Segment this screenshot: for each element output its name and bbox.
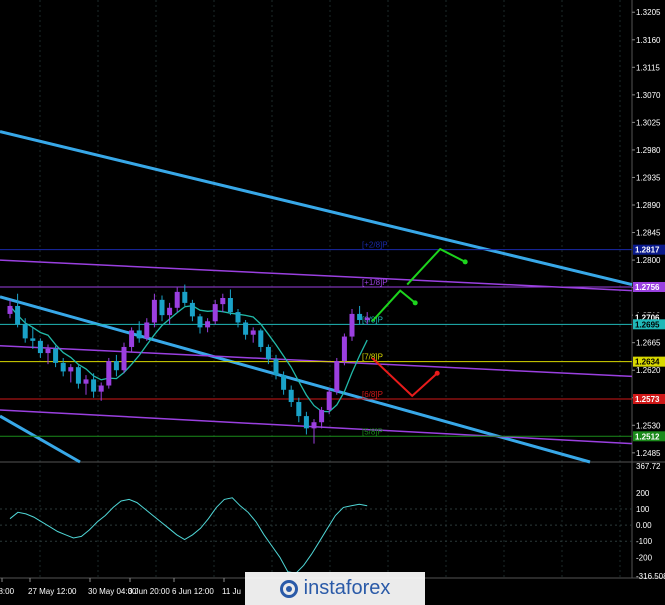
time-tick-label: 6 Jun 12:00 [172,587,214,596]
osc-tick-label: 100 [636,505,650,514]
candle-body [98,385,104,392]
candle-body [30,338,36,341]
candle-body [227,298,233,313]
candle-body [121,346,127,371]
candle-body [319,409,325,423]
candle-body [189,302,195,317]
price-tick-label: 1.2800 [636,256,661,265]
price-tick-label: 1.2620 [636,366,661,375]
osc-tick-label: -316.508 [636,572,665,581]
price-tick-label: 1.2890 [636,201,661,210]
price-tick-label: 1.3025 [636,118,661,127]
candle-body [265,346,271,360]
candle-body [197,316,203,328]
candle-body [311,422,317,429]
candle-body [174,291,180,308]
price-tick-label: 1.2665 [636,339,661,348]
candle-body [136,330,142,339]
candle-body [144,322,150,339]
price-tick-label: 1.2530 [636,421,661,430]
candle-body [113,361,119,371]
osc-tick-label: -200 [636,553,653,562]
candle-body [167,307,173,316]
candle-body [326,391,332,410]
price-tick-label: 1.2980 [636,146,661,155]
price-tick-label: 1.2485 [636,449,661,458]
candle-body [60,362,66,372]
price-tag-label: 1.2512 [635,432,660,441]
candle-body [220,298,226,305]
price-tag-label: 1.2695 [635,320,660,329]
candle-body [258,330,264,347]
price-tick-label: 1.2845 [636,229,661,238]
murrey-level-label: [7/8]P [362,353,383,362]
candle-body [364,317,370,321]
candle-body [129,330,135,347]
murrey-level-label: [5/8]P [362,427,383,436]
price-tick-label: 1.2935 [636,173,661,182]
time-tick-label: 28:00 [0,587,15,596]
candle-body [334,361,340,392]
arrowhead [434,370,440,376]
candle-body [273,359,279,376]
price-tick-label: 1.3070 [636,91,661,100]
instaforex-logo-icon [279,579,298,598]
price-chart[interactable]: [+2/8]P[+1/8]P[8/8]P[7/8]P[6/8]P[5/8]P 1… [0,0,665,605]
candle-body [243,322,249,335]
candle-body [68,367,74,372]
candle-body [341,336,347,362]
candle-body [205,321,211,328]
candle-body [357,313,363,321]
chart-background [0,0,665,605]
murrey-level-label: [6/8]P [362,390,383,399]
osc-tick-label: -100 [636,537,653,546]
price-tag-label: 1.2634 [635,358,660,367]
osc-tick-label: 200 [636,489,650,498]
candle-body [303,416,309,429]
candle-body [182,291,188,303]
candle-body [235,312,241,323]
candle-body [349,313,355,337]
candle-body [151,299,157,323]
candle-body [37,340,43,354]
candle-body [53,348,59,363]
instaforex-watermark: instaforex [245,572,425,605]
time-tick-label: 27 May 12:00 [28,587,77,596]
time-tick-label: 11 Ju [222,587,241,596]
price-tag-label: 1.2756 [635,283,660,292]
candle-body [91,379,97,392]
murrey-level-label: [+2/8]P [362,241,388,250]
price-tag-label: 1.2817 [635,246,660,255]
candle-body [45,348,51,354]
brand-name: instaforex [303,577,391,599]
candle-body [250,330,256,335]
arrowhead [412,300,418,306]
candle-body [83,379,89,384]
arrowhead [462,259,468,265]
candle-body [75,367,81,384]
time-tick-label: 3 Jun 20:00 [128,587,170,596]
price-tick-label: 1.3160 [636,36,661,45]
murrey-level-label: [+1/8]P [362,278,388,287]
candle-body [7,305,13,314]
candle-body [22,324,28,339]
candle-body [15,305,21,325]
osc-tick-label: 367.72 [636,462,661,471]
candle-body [212,304,218,322]
candle-body [106,361,112,386]
price-tick-label: 1.3115 [636,63,660,72]
candle-body [296,402,302,417]
osc-tick-label: 0.00 [636,521,652,530]
candle-body [159,299,165,316]
candle-body [281,375,287,390]
price-tag-label: 1.2573 [635,395,660,404]
candle-body [288,389,294,403]
price-tick-label: 1.3205 [636,8,661,17]
